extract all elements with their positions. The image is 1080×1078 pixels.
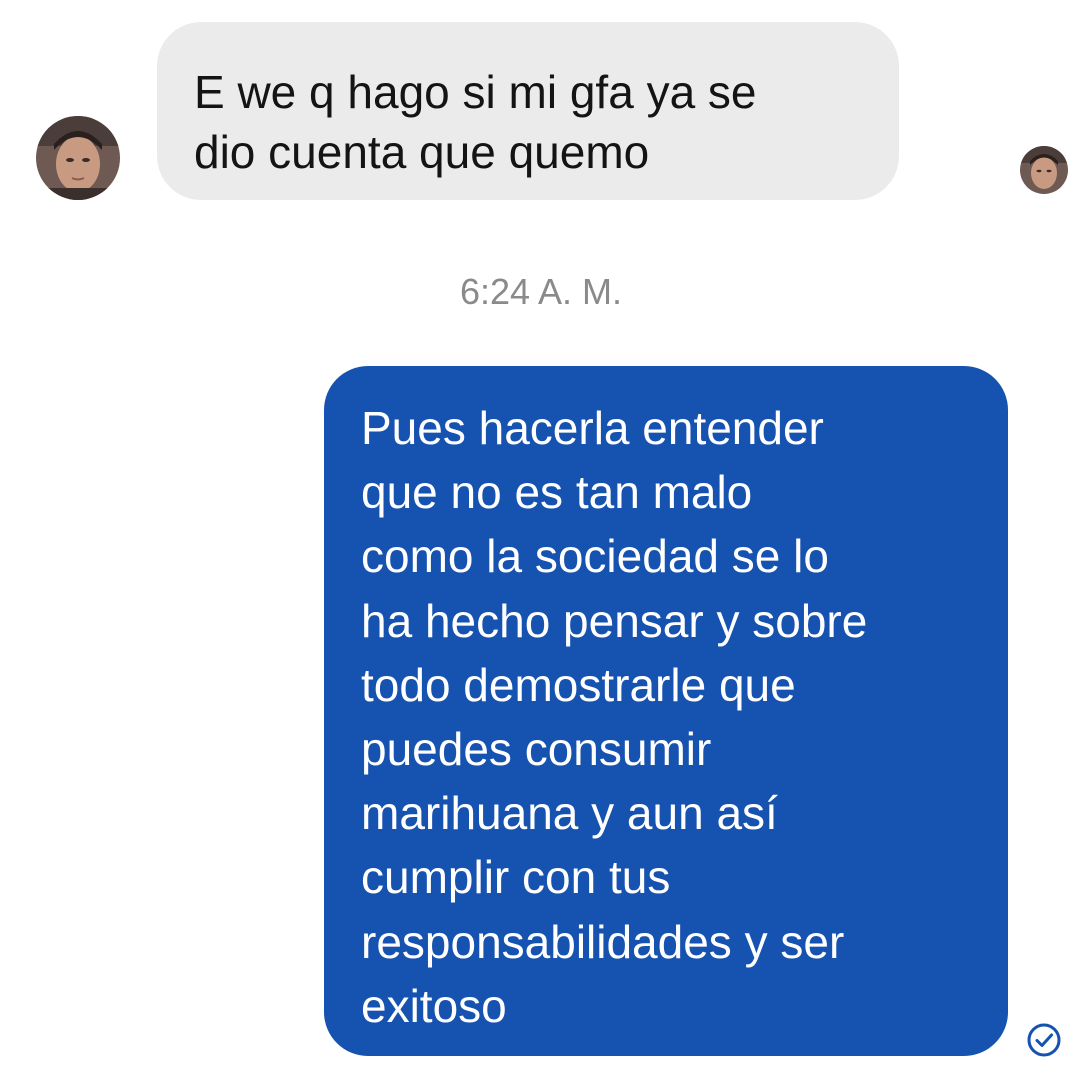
message-timestamp: 6:24 A. M.: [459, 271, 623, 312]
outgoing-message-bubble[interactable]: Pues hacerla entender que no es tan malo…: [324, 366, 1008, 1056]
seen-by-avatar: [1020, 146, 1068, 194]
incoming-message-bubble[interactable]: E we q hago si mi gfa ya se dio cuenta q…: [157, 22, 899, 200]
contact-avatar[interactable]: [36, 116, 120, 200]
check-circle-icon: [1026, 1022, 1062, 1058]
